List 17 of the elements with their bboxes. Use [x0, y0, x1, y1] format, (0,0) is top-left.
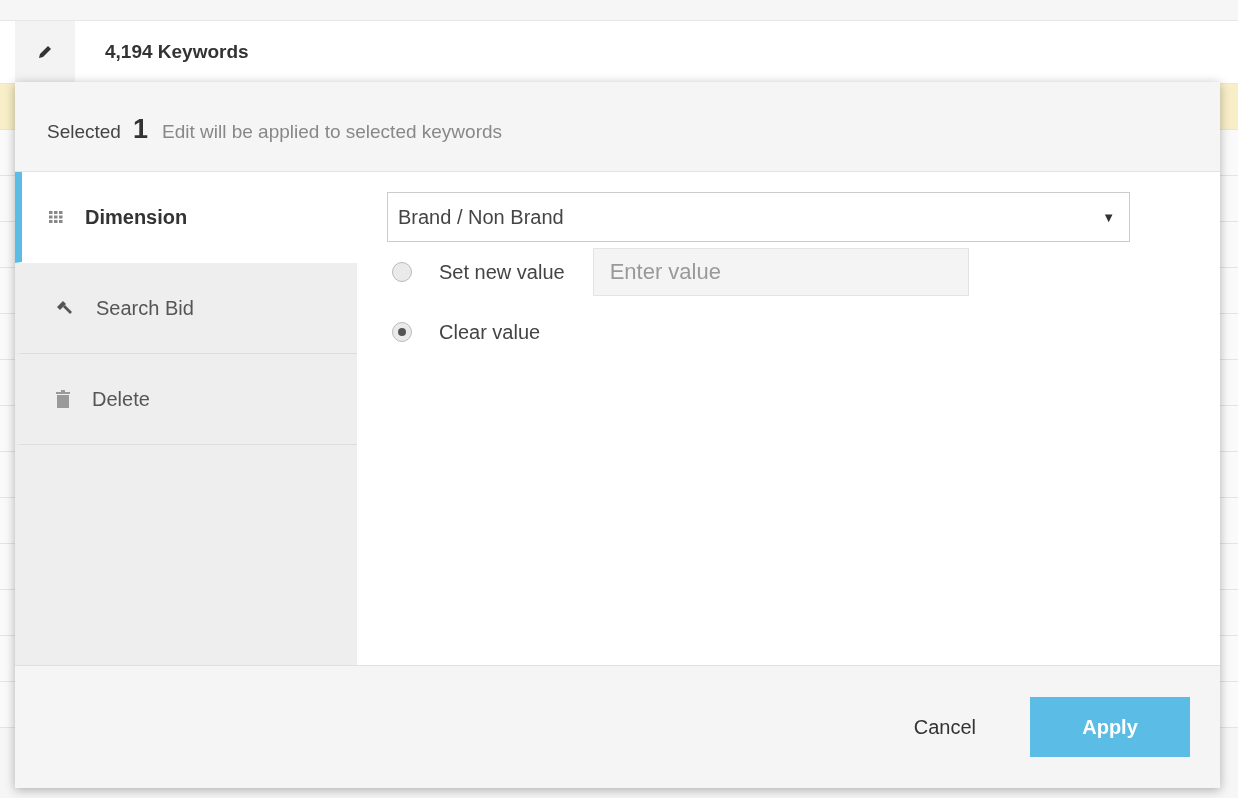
- selected-label: Selected: [47, 121, 121, 143]
- summary-note: Edit will be applied to selected keywords: [162, 121, 503, 143]
- sidebar-item[interactable]: Dimension: [15, 172, 357, 263]
- trash-icon: [56, 390, 70, 408]
- option-label: Set new value: [439, 260, 565, 284]
- grid-icon: [49, 210, 63, 224]
- dimension-dropdown[interactable]: Brand / Non Brand ▼: [387, 192, 1130, 242]
- header-title: 4,194 Keywords: [105, 41, 249, 63]
- option-label: Clear value: [439, 320, 541, 344]
- radio-button[interactable]: [392, 262, 412, 282]
- selected-count: 1: [132, 114, 148, 145]
- gavel-icon: [56, 300, 74, 316]
- pencil-icon: [36, 43, 54, 61]
- cancel-button[interactable]: Cancel: [907, 714, 982, 740]
- dropdown-arrow-icon: ▼: [1102, 209, 1115, 225]
- radio-button[interactable]: [392, 322, 412, 342]
- edit-tab[interactable]: [15, 21, 75, 83]
